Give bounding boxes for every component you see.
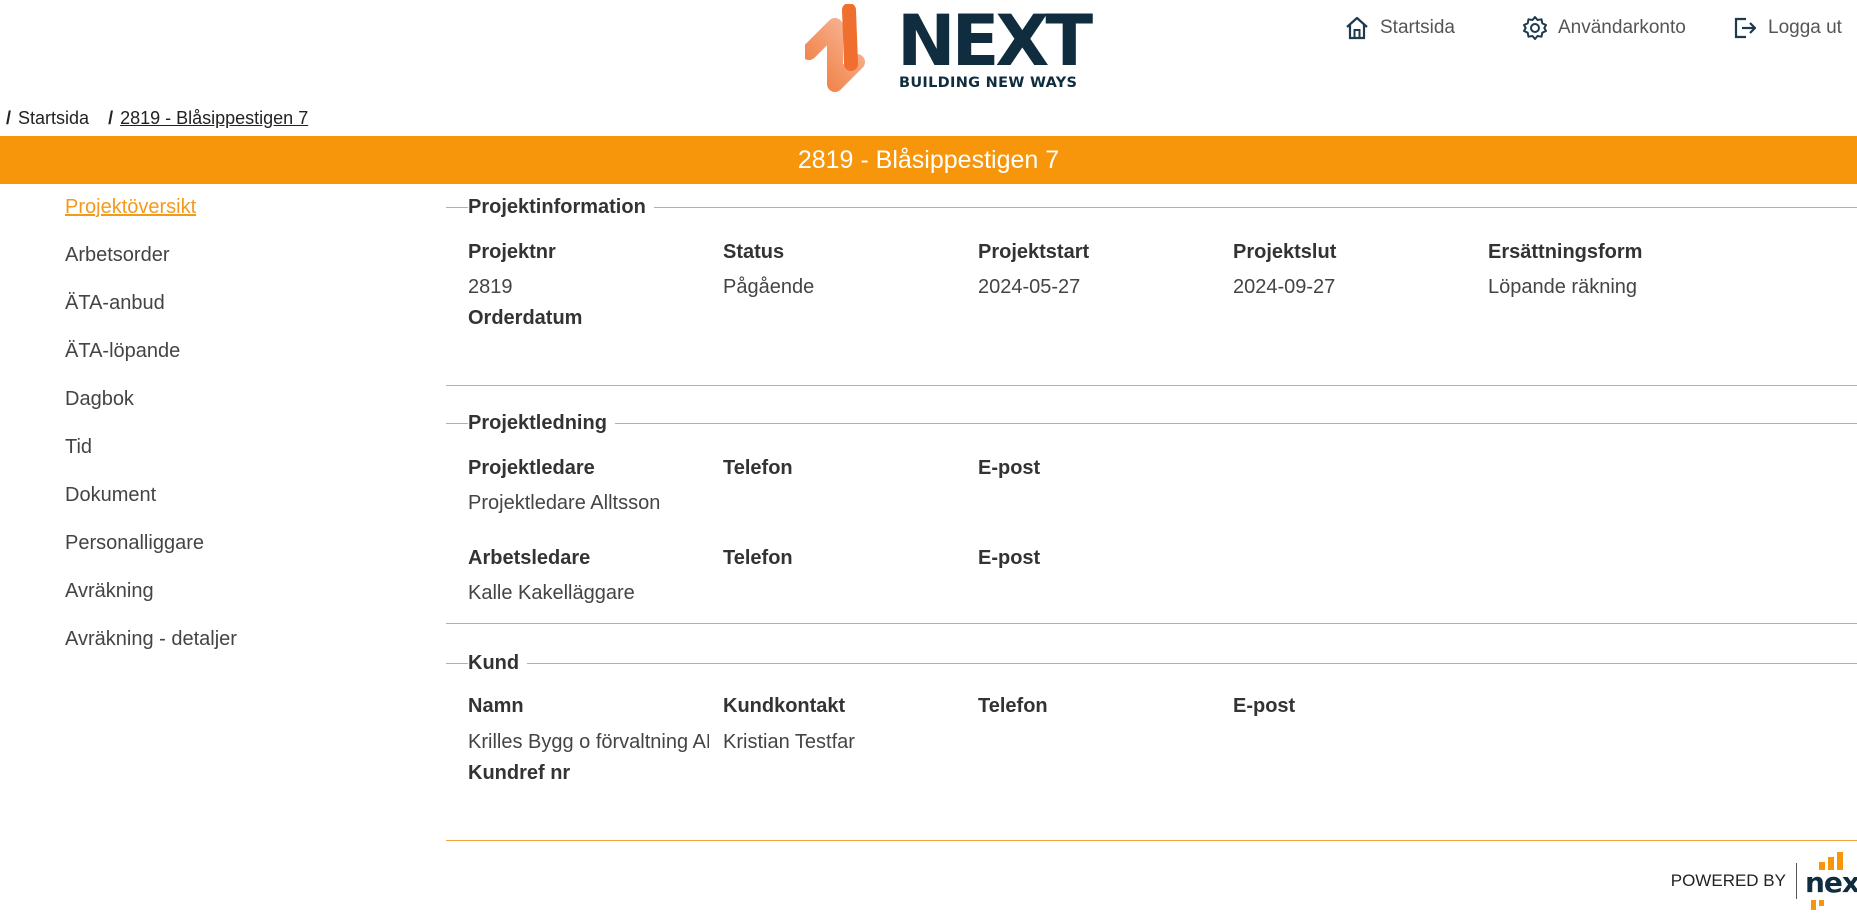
topnav-account-link[interactable]: Användarkonto	[1522, 13, 1686, 43]
bars-small-icon	[1811, 900, 1824, 910]
powered-by: POWERED BY next	[1670, 852, 1857, 910]
kundkontakt-label: Kundkontakt	[723, 695, 846, 717]
section-projektledning: Projektledning Projektledare Projektleda…	[446, 409, 1857, 624]
ersattningsform-value: Löpande räkning	[1488, 276, 1638, 298]
sidebar-item-ata-anbud[interactable]: ÄTA-anbud	[65, 288, 365, 336]
breadcrumb-item-project[interactable]: 2819 - Blåsippestigen 7	[120, 108, 308, 129]
kundkontakt-value: Kristian Testfar	[723, 731, 855, 753]
projektnr-label: Projektnr	[468, 241, 556, 263]
projektledare-telefon-label: Telefon	[723, 457, 793, 479]
section-legend: Projektledning	[468, 409, 615, 437]
projektstart-value: 2024-05-27	[978, 276, 1081, 298]
arbetsledare-epost-label: E-post	[978, 547, 1041, 569]
section-kund: Kund Namn Krilles Bygg o förvaltning AB …	[446, 649, 1857, 841]
topnav-home-label: Startsida	[1380, 17, 1455, 38]
section-legend: Projektinformation	[468, 193, 654, 221]
page-title: 2819 - Blåsippestigen 7	[797, 145, 1060, 174]
kundref-label: Kundref nr	[468, 762, 571, 784]
sidebar: Projektöversikt Arbetsorder ÄTA-anbud ÄT…	[65, 192, 365, 672]
breadcrumb-separator: /	[6, 108, 12, 128]
project-title-banner: 2819 - Blåsippestigen 7	[0, 136, 1857, 184]
namn-value: Krilles Bygg o förvaltning AB	[468, 731, 709, 753]
arbetsledare-telefon-label: Telefon	[723, 547, 793, 569]
breadcrumb-item-home[interactable]: Startsida	[18, 108, 89, 129]
projektslut-value: 2024-09-27	[1233, 276, 1336, 298]
arbetsledare-label: Arbetsledare	[468, 547, 591, 569]
ersattningsform-label: Ersättningsform	[1488, 241, 1643, 263]
projektslut-label: Projektslut	[1233, 241, 1337, 263]
breadcrumb-separator: /	[108, 108, 114, 128]
logout-icon	[1734, 17, 1757, 39]
sidebar-item-projektoversikt[interactable]: Projektöversikt	[65, 192, 365, 240]
powered-by-text: POWERED BY	[1670, 871, 1786, 890]
kund-telefon-label: Telefon	[978, 695, 1048, 717]
sidebar-item-tid[interactable]: Tid	[65, 432, 365, 480]
section-legend: Kund	[468, 649, 528, 677]
arbetsledare-value: Kalle Kakelläggare	[468, 582, 635, 604]
projektstart-label: Projektstart	[978, 241, 1090, 263]
sidebar-item-dagbok[interactable]: Dagbok	[65, 384, 365, 432]
header: NEXT BUILDING NEW WAYS Startsida Använda…	[0, 0, 1857, 110]
orderdatum-label: Orderdatum	[468, 307, 583, 329]
section-projektinformation: Projektinformation Projektnr 2819 Status…	[446, 193, 1857, 386]
topnav-home-link[interactable]: Startsida	[1344, 13, 1455, 43]
projektledare-label: Projektledare	[468, 457, 595, 479]
powered-by-divider	[1796, 863, 1797, 899]
projektnr-value: 2819	[468, 276, 513, 298]
gear-icon	[1523, 16, 1547, 40]
logo-tagline: BUILDING NEW WAYS	[899, 75, 1078, 91]
topnav-logout-label: Logga ut	[1768, 17, 1842, 38]
powered-by-next-logo[interactable]: next	[1805, 852, 1857, 910]
sidebar-item-avrakning-detaljer[interactable]: Avräkning - detaljer	[65, 624, 365, 672]
sidebar-item-arbetsorder[interactable]: Arbetsorder	[65, 240, 365, 288]
sidebar-item-dokument[interactable]: Dokument	[65, 480, 365, 528]
logo-wordmark: NEXT	[897, 0, 1093, 82]
home-icon	[1346, 16, 1368, 40]
sidebar-item-ata-lopande[interactable]: ÄTA-löpande	[65, 336, 365, 384]
topnav-logout-link[interactable]: Logga ut	[1732, 13, 1842, 43]
sidebar-item-avrakning[interactable]: Avräkning	[65, 576, 365, 624]
status-label: Status	[723, 241, 785, 263]
projektledare-value: Projektledare Alltsson	[468, 492, 661, 514]
next-logo[interactable]: NEXT BUILDING NEW WAYS	[805, 4, 1093, 94]
next-logo-mark-icon	[805, 4, 865, 92]
topnav-account-label: Användarkonto	[1558, 17, 1686, 38]
kund-epost-label: E-post	[1233, 695, 1296, 717]
namn-label: Namn	[468, 695, 524, 717]
powered-by-wordmark: next	[1805, 866, 1857, 899]
sidebar-item-personalliggare[interactable]: Personalliggare	[65, 528, 365, 576]
projektledare-epost-label: E-post	[978, 457, 1041, 479]
breadcrumb: / Startsida / 2819 - Blåsippestigen 7	[6, 108, 327, 129]
status-value: Pågående	[723, 276, 815, 298]
